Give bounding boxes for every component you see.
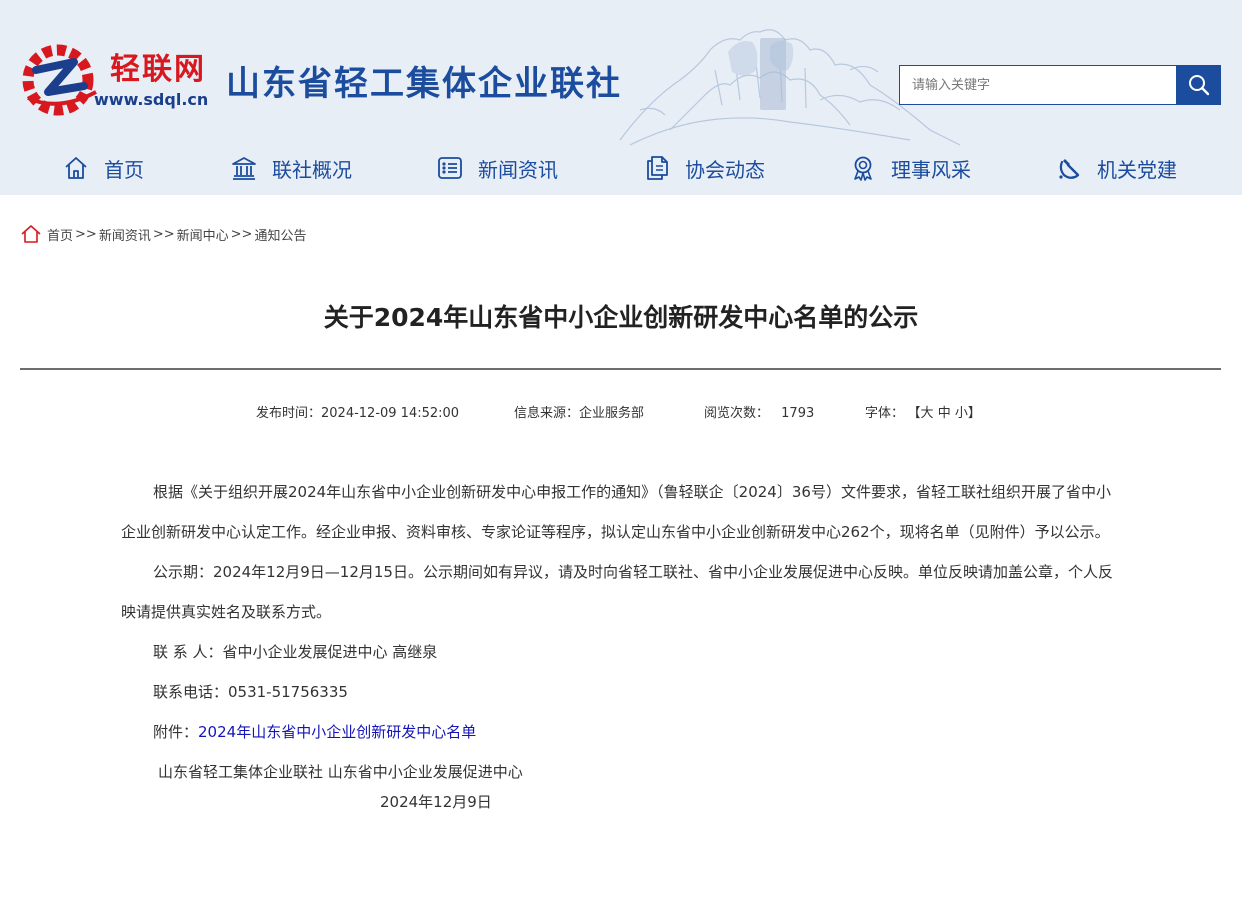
publish-time: 发布时间：2024-12-09 14:52:00 xyxy=(256,406,460,421)
gear-logo-icon xyxy=(22,44,97,116)
search-button[interactable] xyxy=(1176,65,1221,105)
nav-item-label: 理事风采 xyxy=(891,157,971,182)
breadcrumb-separator: >> xyxy=(230,226,253,242)
search-input[interactable] xyxy=(899,65,1176,105)
logo-url: www.sdql.cn xyxy=(94,90,209,109)
view-count: 阅览次数： 1793 xyxy=(704,402,814,421)
nav-item-label: 机关党建 xyxy=(1097,157,1177,182)
article-paragraph-2: 公示期：2024年12月9日—12月15日。公示期间如有异议，请及时向省轻工联社… xyxy=(121,563,1113,621)
nav-item-overview[interactable]: 联社概况 xyxy=(230,145,352,191)
breadcrumb-home[interactable]: 首页 xyxy=(47,225,73,244)
institution-icon xyxy=(230,154,258,182)
breadcrumb-news[interactable]: 新闻资讯 xyxy=(99,225,151,244)
breadcrumb: 首页 >> 新闻资讯 >> 新闻中心 >> 通知公告 xyxy=(20,222,306,246)
breadcrumb-notices[interactable]: 通知公告 xyxy=(254,225,306,244)
site-logo[interactable]: 轻联网 www.sdql.cn xyxy=(18,40,218,120)
hammer-sickle-icon xyxy=(1055,154,1083,182)
nav-item-association[interactable]: 协会动态 xyxy=(643,145,765,191)
news-list-icon xyxy=(436,154,464,182)
breadcrumb-separator: >> xyxy=(152,226,175,242)
nav-item-label: 首页 xyxy=(104,157,144,182)
main-nav: 首页 联社概况 新闻资讯 协会动态 理事风采 机关党建 xyxy=(0,145,1242,191)
font-large-button[interactable]: 大 xyxy=(921,406,934,421)
attachment-label: 附件： xyxy=(153,723,199,741)
search-icon xyxy=(1188,75,1209,96)
site-title: 山东省轻工集体企业联社 xyxy=(226,64,622,104)
site-header: 轻联网 www.sdql.cn 山东省轻工集体企业联社 首页 联社概况 xyxy=(0,0,1242,195)
contact-phone: 联系电话：0531-51756335 xyxy=(153,683,348,701)
attachment-line: 附件：2024年山东省中小企业创新研发中心名单 xyxy=(121,712,1123,752)
view-count-label: 阅览次数： xyxy=(704,406,770,421)
search-box xyxy=(899,65,1221,105)
nav-item-party[interactable]: 机关党建 xyxy=(1055,145,1177,191)
home-icon xyxy=(62,154,90,182)
info-source: 信息来源：企业服务部 xyxy=(514,406,645,421)
font-bracket-close: 】 xyxy=(967,406,981,421)
logo-chinese-name: 轻联网 xyxy=(110,52,206,87)
article-body: 根据《关于组织开展2024年山东省中小企业创新研发中心申报工作的通知》（鲁轻联企… xyxy=(121,472,1123,822)
nav-item-home[interactable]: 首页 xyxy=(62,145,144,191)
contact-person: 联 系 人：省中小企业发展促进中心 高继泉 xyxy=(153,643,438,661)
nav-item-label: 协会动态 xyxy=(685,157,765,182)
attachment-link[interactable]: 2024年山东省中小企业创新研发中心名单 xyxy=(198,723,476,741)
nav-item-label: 联社概况 xyxy=(272,157,352,182)
home-icon xyxy=(21,225,41,243)
font-medium-button[interactable]: 中 xyxy=(938,406,951,421)
nav-item-label: 新闻资讯 xyxy=(478,157,558,182)
breadcrumb-separator: >> xyxy=(75,226,97,242)
article-title: 关于2024年山东省中小企业创新研发中心名单的公示 xyxy=(323,303,919,332)
title-divider xyxy=(20,368,1221,370)
article-meta: 发布时间：2024-12-09 14:52:00 信息来源：企业服务部 阅览次数… xyxy=(0,402,1242,422)
award-badge-icon xyxy=(849,154,877,182)
breadcrumb-news-center[interactable]: 新闻中心 xyxy=(177,225,229,244)
font-size-label: 字体： xyxy=(865,406,905,421)
nav-item-news[interactable]: 新闻资讯 xyxy=(436,145,558,191)
document-copy-icon xyxy=(643,154,671,182)
nav-item-directors[interactable]: 理事风采 xyxy=(849,145,971,191)
view-count-value: 1793 xyxy=(781,406,815,421)
font-small-button[interactable]: 小 xyxy=(955,406,968,421)
font-size-control: 字体： 【大 中 小】 xyxy=(865,402,981,421)
article-paragraph-1: 根据《关于组织开展2024年山东省中小企业创新研发中心申报工作的通知》（鲁轻联企… xyxy=(121,483,1111,541)
